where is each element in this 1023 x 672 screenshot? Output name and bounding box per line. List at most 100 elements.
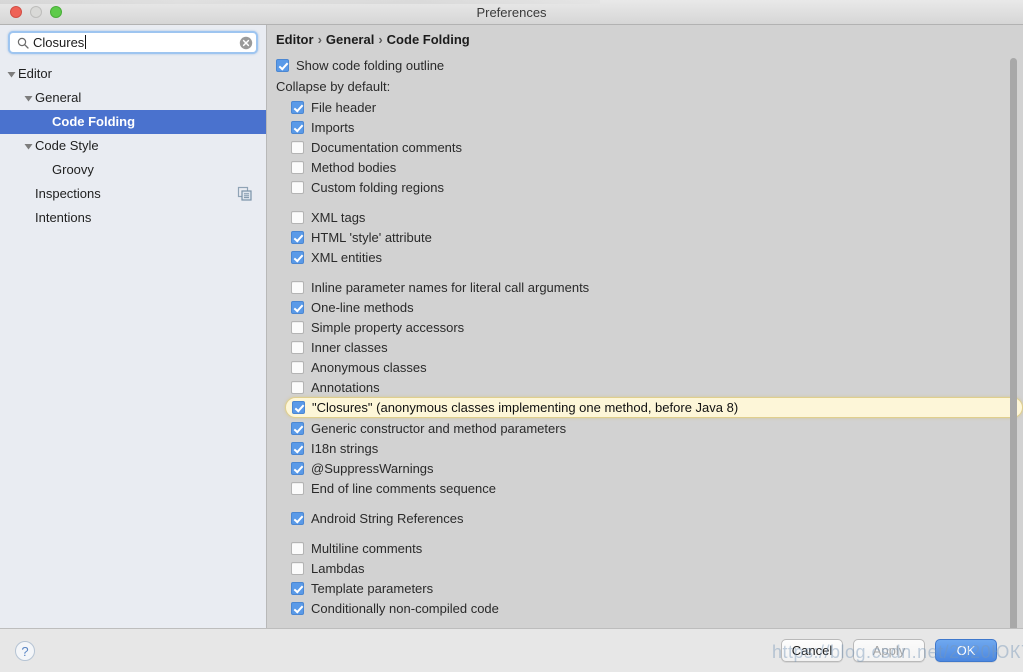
vertical-scrollbar-thumb[interactable]: [1010, 58, 1017, 644]
checkbox-label: Generic constructor and method parameter…: [311, 420, 567, 436]
search-field[interactable]: Closures: [8, 31, 258, 54]
checkbox-row[interactable]: Anonymous classes: [276, 357, 1023, 377]
checkbox-label: Template parameters: [311, 580, 434, 596]
breadcrumb-part[interactable]: General: [326, 32, 374, 47]
checkbox-unchecked-icon[interactable]: [291, 541, 304, 555]
checkbox-checked-icon[interactable]: [291, 300, 304, 314]
checkbox-checked-icon[interactable]: [291, 461, 304, 475]
checkbox-row[interactable]: "Closures" (anonymous classes implementi…: [285, 397, 1023, 418]
checkbox-unchecked-icon[interactable]: [291, 140, 304, 154]
breadcrumb-part[interactable]: Editor: [276, 32, 314, 47]
checkbox-checked-icon[interactable]: [291, 120, 304, 134]
checkbox-label: Custom folding regions: [311, 179, 444, 195]
checkbox-unchecked-icon[interactable]: [291, 340, 304, 354]
checkbox-unchecked-icon[interactable]: [291, 481, 304, 495]
checkbox-label: Annotations: [311, 379, 380, 395]
checkbox-checked-icon[interactable]: [276, 58, 289, 72]
checkbox-checked-icon[interactable]: [291, 601, 304, 615]
checkbox-row[interactable]: Imports: [276, 117, 1023, 137]
vertical-scrollbar[interactable]: [1010, 58, 1017, 644]
sidebar-item-general[interactable]: General: [0, 86, 266, 110]
sidebar-item-label: Inspections: [35, 186, 101, 201]
checkbox-label: XML entities: [311, 249, 383, 265]
checkbox-label: Lambdas: [311, 560, 365, 576]
checkbox-group: Multiline comments Lambdas Template parame…: [276, 538, 1023, 618]
checkbox-row[interactable]: One-line methods: [276, 297, 1023, 317]
sidebar-item-label: Groovy: [52, 162, 94, 177]
checkbox-checked-icon[interactable]: [291, 441, 304, 455]
ok-button[interactable]: OK: [935, 639, 997, 662]
checkbox-label: End of line comments sequence: [311, 480, 496, 496]
breadcrumb-part[interactable]: Code Folding: [387, 32, 470, 47]
checkbox-row[interactable]: Generic constructor and method parameter…: [276, 418, 1023, 438]
title-bar: Preferences: [0, 0, 1023, 25]
checkbox-unchecked-icon[interactable]: [291, 360, 304, 374]
cancel-button[interactable]: Cancel: [781, 639, 843, 662]
checkbox-label: Imports: [311, 119, 355, 135]
checkbox-checked-icon[interactable]: [291, 230, 304, 244]
checkbox-label: Inline parameter names for literal call …: [311, 279, 590, 295]
copy-icon[interactable]: [237, 186, 253, 202]
checkbox-unchecked-icon[interactable]: [291, 180, 304, 194]
checkbox-group: Inline parameter names for literal call …: [276, 277, 1023, 498]
checkbox-row[interactable]: File header: [276, 97, 1023, 117]
checkbox-checked-icon[interactable]: [291, 100, 304, 114]
checkbox-unchecked-icon[interactable]: [291, 160, 304, 174]
checkbox-row[interactable]: Method bodies: [276, 157, 1023, 177]
checkbox-label: "Closures" (anonymous classes implementi…: [312, 400, 739, 415]
checkbox-unchecked-icon[interactable]: [291, 320, 304, 334]
clear-search-icon[interactable]: [236, 33, 256, 52]
checkbox-checked-icon[interactable]: [291, 421, 304, 435]
checkbox-label: Show code folding outline: [296, 57, 445, 73]
checkbox-row[interactable]: XML entities: [276, 247, 1023, 267]
checkbox-label: HTML 'style' attribute: [311, 229, 432, 245]
checkbox-row[interactable]: Custom folding regions: [276, 177, 1023, 197]
sidebar-item-code-folding[interactable]: Code Folding: [0, 110, 266, 134]
settings-sidebar: Closures Editor General Code Folding Code S…: [0, 25, 267, 628]
checkbox-unchecked-icon[interactable]: [291, 561, 304, 575]
help-button[interactable]: ?: [15, 641, 35, 661]
checkbox-row[interactable]: Annotations: [276, 377, 1023, 397]
checkbox-row[interactable]: End of line comments sequence: [276, 478, 1023, 498]
checkbox-row[interactable]: Show code folding outline: [276, 55, 1023, 75]
sidebar-item-code-style[interactable]: Code Style: [0, 134, 266, 158]
search-icon: [14, 37, 32, 49]
checkbox-row[interactable]: I18n strings: [276, 438, 1023, 458]
checkbox-label: Multiline comments: [311, 540, 423, 556]
checkbox-row[interactable]: Simple property accessors: [276, 317, 1023, 337]
checkbox-checked-icon[interactable]: [291, 511, 304, 525]
checkbox-unchecked-icon[interactable]: [291, 210, 304, 224]
checkbox-unchecked-icon[interactable]: [291, 280, 304, 294]
checkbox-group: XML tags HTML 'style' attribute XML entiti…: [276, 207, 1023, 267]
checkbox-row[interactable]: Inline parameter names for literal call …: [276, 277, 1023, 297]
chevron-down-icon[interactable]: [21, 86, 35, 110]
checkbox-row[interactable]: Conditionally non-compiled code: [276, 598, 1023, 618]
sidebar-item-editor[interactable]: Editor: [0, 62, 266, 86]
checkbox-row[interactable]: Lambdas: [276, 558, 1023, 578]
window-title: Preferences: [476, 5, 547, 20]
checkbox-row[interactable]: Multiline comments: [276, 538, 1023, 558]
checkbox-checked-icon[interactable]: [291, 250, 304, 264]
checkbox-row[interactable]: Android String References: [276, 508, 1023, 528]
sidebar-item-label: General: [35, 90, 82, 105]
checkbox-checked-icon[interactable]: [291, 581, 304, 595]
checkbox-row[interactable]: XML tags: [276, 207, 1023, 227]
search-input[interactable]: Closures: [32, 33, 236, 52]
checkbox-label: XML tags: [311, 209, 366, 225]
chevron-down-icon[interactable]: [4, 62, 18, 86]
checkbox-checked-icon[interactable]: [292, 401, 305, 414]
sidebar-item-groovy[interactable]: Groovy: [0, 158, 266, 182]
apply-button[interactable]: Apply: [853, 639, 925, 662]
checkbox-unchecked-icon[interactable]: [291, 380, 304, 394]
checkbox-row[interactable]: @SuppressWarnings: [276, 458, 1023, 478]
checkbox-label: File header: [311, 99, 377, 115]
sidebar-item-inspections[interactable]: Inspections: [0, 182, 266, 206]
checkbox-row[interactable]: HTML 'style' attribute: [276, 227, 1023, 247]
chevron-down-icon[interactable]: [21, 134, 35, 158]
checkbox-row[interactable]: Documentation comments: [276, 137, 1023, 157]
checkbox-row[interactable]: Template parameters: [276, 578, 1023, 598]
checkbox-row[interactable]: Inner classes: [276, 337, 1023, 357]
sidebar-item-intentions[interactable]: Intentions: [0, 206, 266, 230]
